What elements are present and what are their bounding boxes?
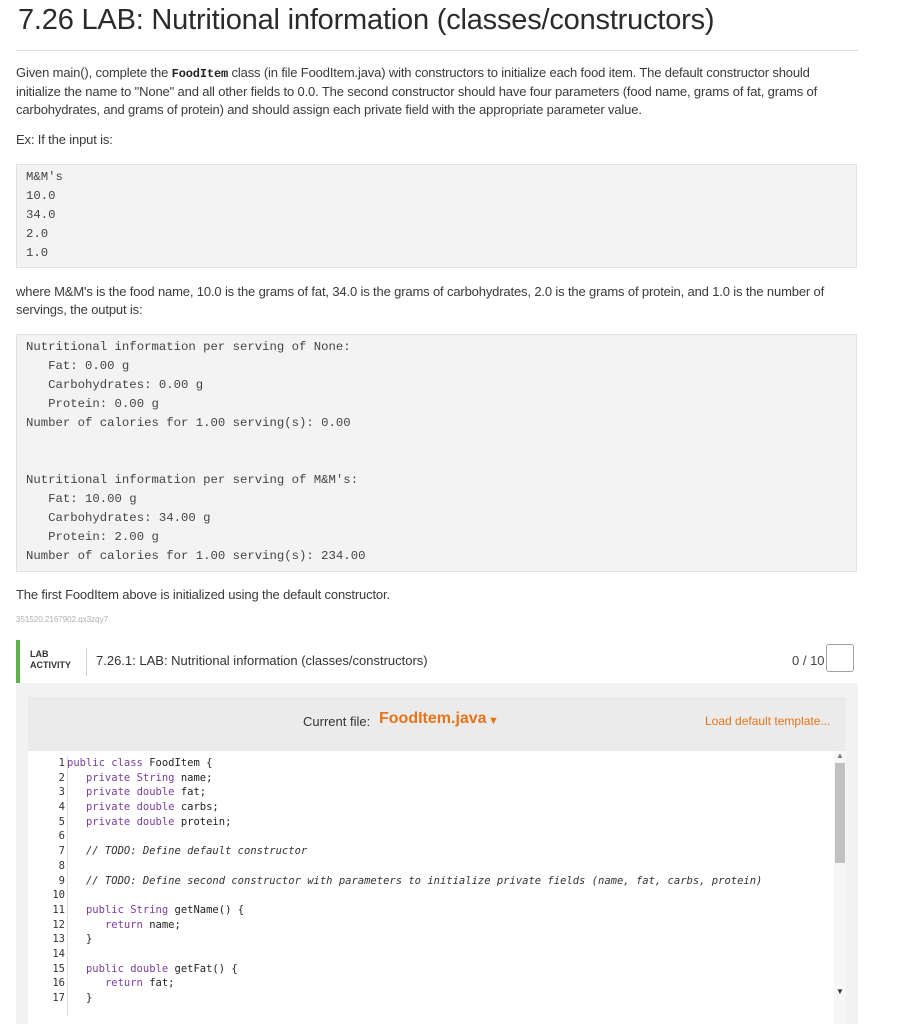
line-number: 10 [52,889,65,902]
input-line: 10.0 [26,189,56,203]
scrollbar-thumb[interactable] [835,763,845,863]
output-example-block: Nutritional information per serving of N… [16,334,857,572]
file-bar: Current file: FoodItem.java ▼ Load defau… [28,697,846,745]
line-number: 17 [52,992,65,1004]
completion-checkbox-icon [826,644,854,672]
output-line: Nutritional information per serving of M… [26,473,359,487]
line-number: 11 [52,903,65,916]
title-divider [16,50,858,51]
dropdown-caret-icon[interactable]: ▼ [488,715,499,727]
code-line[interactable] [67,888,762,903]
example-label: Ex: If the input is: [16,132,113,147]
code-line[interactable]: public String getName() { [67,903,762,918]
code-line[interactable]: // TODO: Define default constructor [67,844,762,859]
current-file-dropdown[interactable]: FoodItem.java [379,710,487,728]
editor-scrollbar[interactable]: ▲ ▼ [834,751,846,1024]
input-line: M&M's [26,170,63,184]
lab-activity-badge: LAB ACTIVITY [30,649,71,671]
intro-text-pre: Given main(), complete the [16,65,172,80]
code-line[interactable]: public double getFat() { [67,962,762,977]
code-line[interactable]: private double protein; [67,815,762,830]
line-number: 12 [52,918,65,931]
output-line: Carbohydrates: 0.00 g [26,378,204,392]
line-number: 15 [52,962,65,975]
code-line[interactable]: // TODO: Define second constructor with … [67,874,762,889]
code-line[interactable]: private String name; [67,771,762,786]
code-line[interactable]: return name; [67,918,762,933]
code-area[interactable]: 1 2 3 4 5 6 7 8 9 10 11 12 13 14 15 16 17 public class F… [28,751,846,1024]
code-lines[interactable]: public class FoodItem { private String n… [67,756,762,1006]
code-line[interactable] [67,859,762,874]
code-line[interactable]: return fat; [67,976,762,991]
output-line: Protein: 0.00 g [26,397,159,411]
load-default-template-link[interactable]: Load default template... [705,714,830,728]
code-line[interactable]: } [67,932,762,947]
code-line[interactable]: private double fat; [67,785,762,800]
scroll-up-arrow-icon[interactable]: ▲ [836,751,844,760]
line-number: 16 [52,977,65,990]
code-line[interactable] [67,829,762,844]
intro-class-code: FoodItem [171,67,229,81]
where-paragraph: where M&M's is the food name, 10.0 is th… [16,284,825,317]
lab-score: 0 / 10 [792,653,825,668]
output-line: Protein: 2.00 g [26,530,159,544]
lab-activity-panel: LAB ACTIVITY 7.26.1: LAB: Nutritional in… [16,640,858,1024]
output-line: Number of calories for 1.00 serving(s): … [26,549,366,563]
page: 7.26 LAB: Nutritional information (class… [0,0,907,1024]
code-line[interactable] [67,947,762,962]
output-line: Number of calories for 1.00 serving(s): … [26,416,351,430]
line-number-gutter: 1 2 3 4 5 6 7 8 9 10 11 12 13 14 15 16 17 [28,756,65,1006]
output-line: Fat: 0.00 g [26,359,130,373]
current-file-label: Current file: [303,714,371,729]
lab-header: LAB ACTIVITY 7.26.1: LAB: Nutritional in… [16,640,858,683]
output-line: Fat: 10.00 g [26,492,137,506]
badge-line-activity: ACTIVITY [30,660,72,670]
line-number: 3 [58,786,65,799]
footnote-text: The first FoodItem above is initialized … [16,587,390,602]
line-number: 13 [52,933,65,946]
input-line: 1.0 [26,246,49,260]
output-line: Nutritional information per serving of N… [26,340,351,354]
input-example-block: M&M's 10.0 34.0 2.0 1.0 [16,164,857,268]
header-separator [86,648,87,676]
line-number: 7 [58,845,65,858]
code-line[interactable]: private double carbs; [67,800,762,815]
line-number: 6 [58,830,65,843]
line-number: 2 [58,771,65,784]
line-number: 4 [58,801,65,814]
content-tag-id: 351520.2167902.qx3zqy7 [16,615,109,624]
code-line[interactable]: } [67,991,762,1006]
lab-title: 7.26.1: LAB: Nutritional information (cl… [96,653,428,668]
intro-paragraph: Given main(), complete the FoodItem clas… [16,64,856,119]
code-editor-panel: Current file: FoodItem.java ▼ Load defau… [28,697,846,1024]
page-title: 7.26 LAB: Nutritional information (class… [18,4,715,36]
line-number: 5 [58,815,65,828]
output-line: Carbohydrates: 34.00 g [26,511,211,525]
line-number: 8 [58,859,65,872]
code-line[interactable]: public class FoodItem { [67,756,762,771]
badge-line-lab: LAB [30,649,49,659]
line-number: 1 [58,757,65,769]
line-number: 9 [58,874,65,887]
scroll-down-arrow-icon[interactable]: ▼ [836,987,844,996]
line-number: 14 [52,947,65,960]
input-line: 34.0 [26,208,56,222]
input-line: 2.0 [26,227,49,241]
